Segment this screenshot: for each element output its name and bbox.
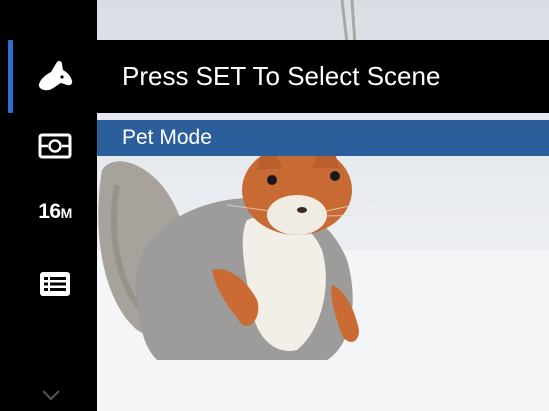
resolution-icon: 16M [38, 200, 72, 224]
resolution-value: 16 [38, 200, 61, 223]
metering-icon [38, 133, 72, 159]
pet-mode-icon [35, 58, 75, 94]
scene-sidebar: 16M [0, 0, 97, 411]
resolution-unit: M [60, 205, 73, 221]
sidebar-item-menu[interactable] [13, 266, 97, 302]
chevron-down-icon[interactable] [41, 388, 61, 406]
page-title: Press SET To Select Scene [122, 61, 441, 91]
scene-option-label: Pet Mode [122, 126, 212, 149]
sidebar-item-pet-mode[interactable] [13, 46, 97, 106]
sidebar-item-metering[interactable] [13, 128, 97, 164]
camera-screen: 16M Press SET To Select Scene Pet Mode [0, 0, 549, 411]
title-banner: Press SET To Select Scene [97, 40, 549, 113]
sidebar-item-resolution[interactable]: 16M [13, 192, 97, 232]
menu-list-icon [39, 271, 71, 297]
scene-option-selected[interactable]: Pet Mode [97, 120, 549, 156]
